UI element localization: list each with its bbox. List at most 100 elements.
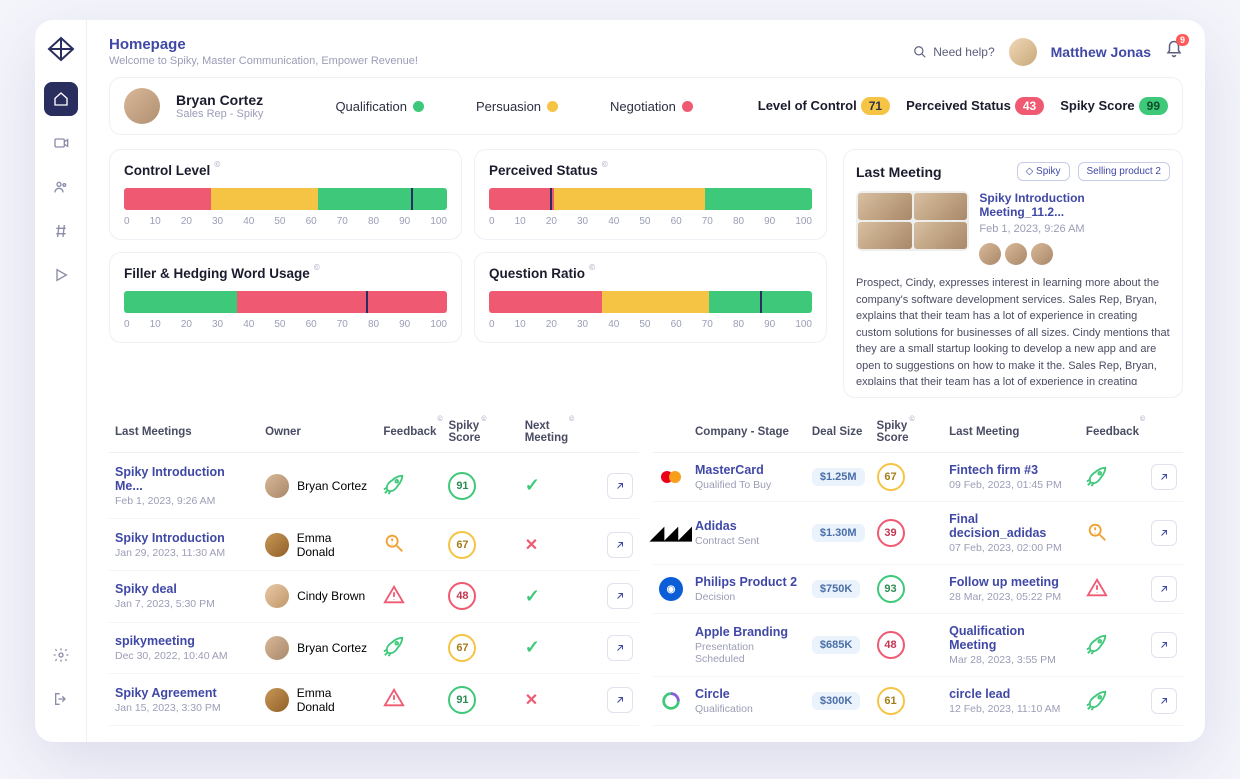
rep-name: Bryan Cortez xyxy=(176,92,263,108)
notification-badge: 9 xyxy=(1176,34,1189,46)
owner-avatar xyxy=(265,584,289,608)
last-meeting-link[interactable]: Qualification Meeting xyxy=(949,624,1074,652)
table-row[interactable]: spikymeetingDec 30, 2022, 10:40 AM Bryan… xyxy=(109,622,639,674)
open-button[interactable] xyxy=(1151,464,1177,490)
last-meeting-link[interactable]: circle lead xyxy=(949,687,1074,701)
score-badge: 61 xyxy=(877,687,905,715)
user-avatar[interactable] xyxy=(1009,38,1037,66)
help-link[interactable]: Need help? xyxy=(913,45,994,59)
chip-product[interactable]: Selling product 2 xyxy=(1078,162,1171,181)
owner-name: Bryan Cortez xyxy=(297,479,367,493)
chart-perceived-status: Perceived Status 0102030405060708090100 xyxy=(474,149,827,240)
page-title: Homepage xyxy=(109,36,899,53)
company-link[interactable]: Adidas xyxy=(695,519,800,533)
feedback-icon xyxy=(377,674,442,726)
score-badge: 67 xyxy=(448,531,476,559)
owner-avatar xyxy=(265,474,289,498)
last-meeting-link[interactable]: Final decision_adidas xyxy=(949,512,1074,540)
open-button[interactable] xyxy=(607,583,633,609)
table-row[interactable]: Spiky IntroductionJan 29, 2023, 11:30 AM… xyxy=(109,519,639,571)
app-logo xyxy=(46,36,76,66)
company-link[interactable]: Philips Product 2 xyxy=(695,575,800,589)
nav-logout-icon[interactable] xyxy=(44,682,78,716)
last-meeting-card: Last Meeting ◇ Spiky Selling product 2 S… xyxy=(843,149,1183,398)
meeting-date: Feb 1, 2023, 9:26 AM xyxy=(979,223,1170,235)
meeting-link[interactable]: spikymeeting xyxy=(115,634,253,648)
user-name[interactable]: Matthew Jonas xyxy=(1051,44,1151,60)
chip-spiky[interactable]: ◇ Spiky xyxy=(1017,162,1070,181)
meeting-link[interactable]: Spiky Agreement xyxy=(115,686,253,700)
open-button[interactable] xyxy=(1151,520,1177,546)
open-button[interactable] xyxy=(607,473,633,499)
meeting-link[interactable]: Spiky Introduction Me... xyxy=(115,465,253,493)
company-link[interactable]: Circle xyxy=(695,687,800,701)
table-row[interactable]: Apple BrandingPresentation Scheduled $68… xyxy=(653,614,1183,677)
company-logo: ◉ xyxy=(653,565,689,614)
chart-axis: 0102030405060708090100 xyxy=(124,216,447,227)
open-button[interactable] xyxy=(1151,632,1177,658)
table-row[interactable]: Spiky dealJan 7, 2023, 5:30 PM Cindy Bro… xyxy=(109,571,639,623)
table-row[interactable]: ◢◢◢ AdidasContract Sent $1.30M 39 Final … xyxy=(653,502,1183,565)
meeting-link[interactable]: Spiky Introduction xyxy=(115,531,253,545)
owner-avatar xyxy=(265,636,289,660)
nav-people-icon[interactable] xyxy=(44,170,78,204)
owner-name: Cindy Brown xyxy=(297,589,365,603)
deal-size: $300K xyxy=(812,692,860,710)
chart-axis: 0102030405060708090100 xyxy=(489,216,812,227)
score-badge: 39 xyxy=(877,519,905,547)
chart-filler-hedging: Filler & Hedging Word Usage 010203040506… xyxy=(109,252,462,343)
open-button[interactable] xyxy=(607,532,633,558)
companies-table: Company - Stage Deal Size Spiky Score La… xyxy=(653,412,1183,726)
chart-axis: 0102030405060708090100 xyxy=(124,319,447,330)
tag-persuasion: Persuasion xyxy=(476,99,558,114)
last-meeting-link[interactable]: Follow up meeting xyxy=(949,575,1074,589)
owner-name: Emma Donald xyxy=(297,686,372,714)
next-meeting-status: ✕ xyxy=(519,674,601,726)
open-button[interactable] xyxy=(1151,576,1177,602)
company-logo xyxy=(653,453,689,502)
nav-video-icon[interactable] xyxy=(44,126,78,160)
nav-play-icon[interactable] xyxy=(44,258,78,292)
last-meeting-label: Last Meeting xyxy=(856,164,1009,180)
page-subtitle: Welcome to Spiky, Master Communication, … xyxy=(109,55,899,67)
nav-settings-icon[interactable] xyxy=(44,638,78,672)
score-badge: 48 xyxy=(448,582,476,610)
next-meeting-status: ✓ xyxy=(519,453,601,519)
meeting-link[interactable]: Spiky deal xyxy=(115,582,253,596)
nav-hash-icon[interactable] xyxy=(44,214,78,248)
company-link[interactable]: Apple Branding xyxy=(695,625,800,639)
table-row[interactable]: Spiky Introduction Me...Feb 1, 2023, 9:2… xyxy=(109,453,639,519)
meeting-description: Prospect, Cindy, expresses interest in l… xyxy=(856,275,1170,385)
deal-size: $1.25M xyxy=(812,468,865,486)
open-button[interactable] xyxy=(607,635,633,661)
last-meeting-link[interactable]: Fintech firm #3 xyxy=(949,463,1074,477)
next-meeting-status: ✕ xyxy=(519,519,601,571)
meeting-thumbnail[interactable] xyxy=(856,191,969,251)
table-row[interactable]: MasterCardQualified To Buy $1.25M 67 Fin… xyxy=(653,453,1183,502)
feedback-icon xyxy=(1080,614,1145,677)
feedback-icon xyxy=(377,519,442,571)
meeting-title-link[interactable]: Spiky Introduction Meeting_11.2... xyxy=(979,191,1170,219)
owner-avatar xyxy=(265,533,289,557)
sidebar xyxy=(35,20,87,742)
chart-axis: 0102030405060708090100 xyxy=(489,319,812,330)
help-label: Need help? xyxy=(933,45,994,59)
next-meeting-status: ✓ xyxy=(519,571,601,623)
company-link[interactable]: MasterCard xyxy=(695,463,800,477)
stat-loc: Level of Control71 xyxy=(758,97,890,115)
table-row[interactable]: ◉ Philips Product 2Decision $750K 93 Fol… xyxy=(653,565,1183,614)
open-button[interactable] xyxy=(1151,688,1177,714)
score-badge: 67 xyxy=(448,634,476,662)
score-badge: 91 xyxy=(448,686,476,714)
nav-home-icon[interactable] xyxy=(44,82,78,116)
next-meeting-status: ✓ xyxy=(519,622,601,674)
search-icon xyxy=(913,45,927,59)
tag-negotiation: Negotiation xyxy=(610,99,693,114)
notifications-button[interactable]: 9 xyxy=(1165,40,1183,63)
open-button[interactable] xyxy=(607,687,633,713)
table-row[interactable]: CircleQualification $300K 61 circle lead… xyxy=(653,677,1183,726)
feedback-icon xyxy=(377,453,442,519)
table-row[interactable]: Spiky AgreementJan 15, 2023, 3:30 PM Emm… xyxy=(109,674,639,726)
feedback-icon xyxy=(1080,453,1145,502)
profile-bar: Bryan Cortez Sales Rep - Spiky Qualifica… xyxy=(109,77,1183,135)
